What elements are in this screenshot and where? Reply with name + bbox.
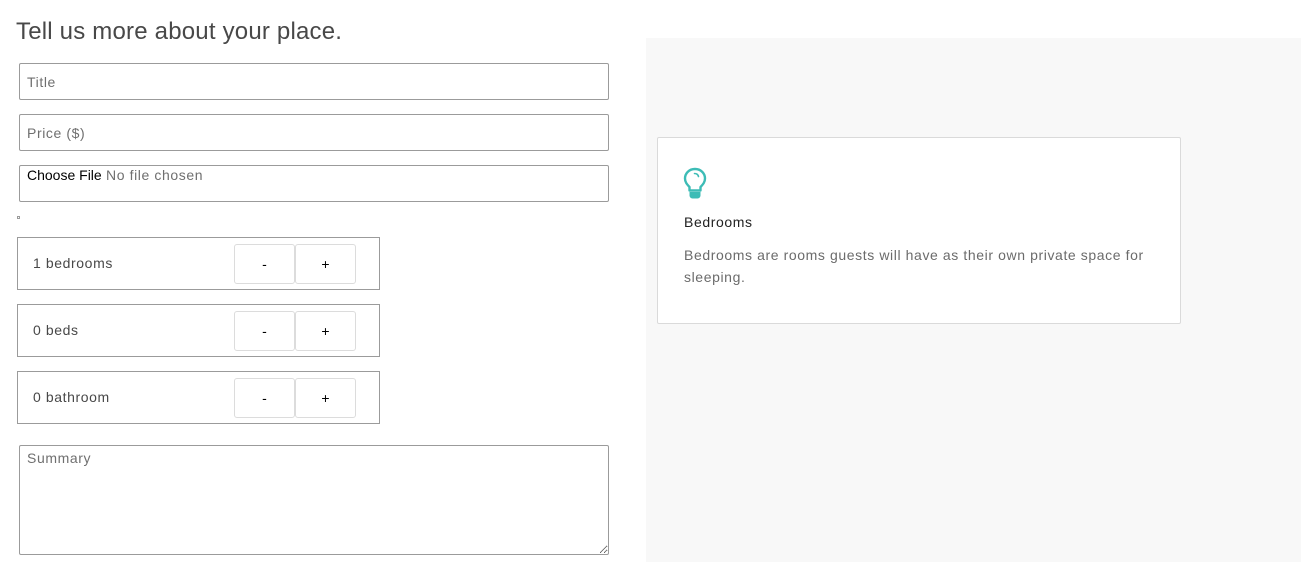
tip-title: Bedrooms: [684, 214, 753, 230]
bathrooms-stepper: 0 bathroom - +: [17, 371, 380, 424]
beds-increment-button[interactable]: +: [295, 311, 356, 351]
listing-form-page: Tell us more about your place. Choose Fi…: [0, 0, 1306, 562]
bedrooms-count-label: 1 bedrooms: [33, 255, 113, 271]
file-upload-field[interactable]: Choose File No file chosen: [19, 165, 609, 202]
beds-decrement-button[interactable]: -: [234, 311, 295, 351]
bedrooms-increment-button[interactable]: +: [295, 244, 356, 284]
page-title: Tell us more about your place.: [16, 18, 343, 45]
beds-stepper: 0 beds - +: [17, 304, 380, 357]
tip-card: Bedrooms Bedrooms are rooms guests will …: [657, 137, 1181, 324]
summary-textarea[interactable]: [19, 445, 609, 555]
price-input[interactable]: [19, 114, 609, 151]
choose-file-button[interactable]: Choose File: [27, 167, 102, 183]
bathrooms-increment-button[interactable]: +: [295, 378, 356, 418]
tips-side-panel: Bedrooms Bedrooms are rooms guests will …: [646, 38, 1301, 562]
lightbulb-icon: [683, 167, 707, 199]
beds-count-label: 0 beds: [33, 322, 79, 338]
title-input[interactable]: [19, 63, 609, 100]
bathrooms-count-label: 0 bathroom: [33, 389, 110, 405]
bedrooms-stepper: 1 bedrooms - +: [17, 237, 380, 290]
file-status-text: No file chosen: [106, 167, 204, 183]
bathrooms-decrement-button[interactable]: -: [234, 378, 295, 418]
bedrooms-decrement-button[interactable]: -: [234, 244, 295, 284]
image-preview-placeholder: [17, 216, 20, 219]
tip-body: Bedrooms are rooms guests will have as t…: [684, 247, 1144, 285]
